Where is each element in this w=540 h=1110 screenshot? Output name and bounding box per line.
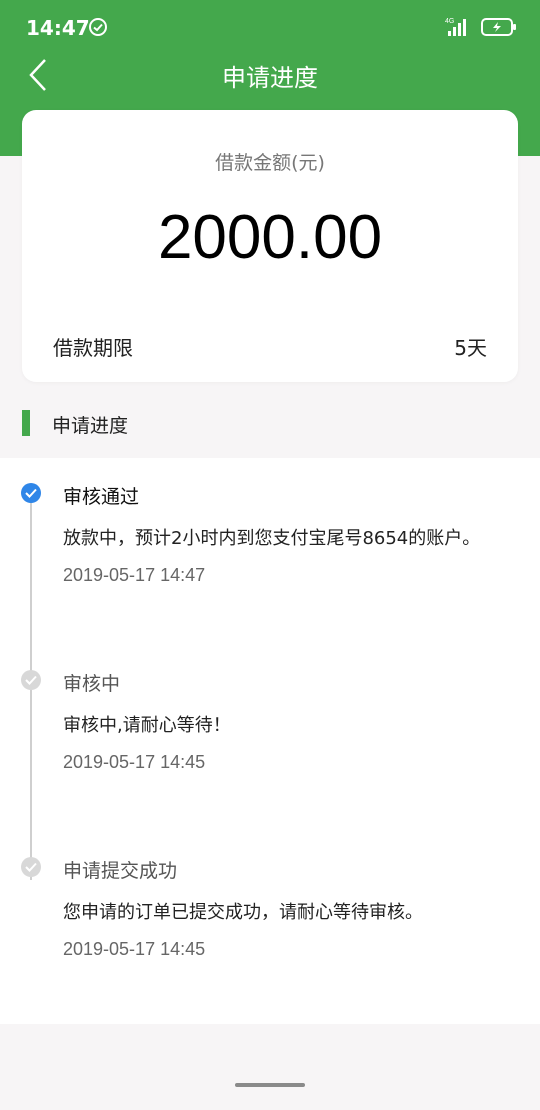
- page-title: 申请进度: [222, 64, 318, 92]
- amount-value: 2000.00: [157, 203, 383, 272]
- timeline-item-time: 2019-05-17 14:45: [63, 939, 206, 959]
- check-icon: [21, 857, 41, 877]
- network-label: 4G: [445, 18, 454, 25]
- signal-icon: 4G: [445, 16, 471, 38]
- amount-label: 借款金额(元): [215, 152, 325, 174]
- status-bar: 14:47 4G: [0, 0, 540, 56]
- section-title: 申请进度: [52, 415, 129, 437]
- check-icon: [21, 483, 41, 503]
- timeline-item-time: 2019-05-17 14:47: [63, 565, 206, 585]
- timeline-item-title: 申请提交成功: [63, 860, 178, 882]
- check-icon: [21, 670, 41, 690]
- timeline-item-title: 审核通过: [63, 486, 140, 508]
- timeline-item-desc: 放款中，预计2小时内到您支付宝尾号8654的账户。: [63, 528, 481, 549]
- loan-card: 借款金额(元) 2000.00 借款期限 5天: [22, 110, 518, 382]
- progress-timeline: 审核通过 放款中，预计2小时内到您支付宝尾号8654的账户。 2019-05-1…: [0, 458, 540, 1024]
- home-indicator[interactable]: [235, 1083, 305, 1087]
- battery-charging-icon: [481, 17, 517, 37]
- term-label: 借款期限: [53, 336, 133, 360]
- status-time: 14:47: [26, 16, 90, 40]
- timeline-item-time: 2019-05-17 14:45: [63, 752, 206, 772]
- timeline-item-desc: 您申请的订单已提交成功，请耐心等待审核。: [63, 902, 423, 923]
- timeline-item-title: 审核中: [63, 673, 121, 695]
- timeline-item-desc: 审核中,请耐心等待！: [63, 715, 231, 736]
- term-value: 5天: [454, 336, 487, 360]
- check-circle-icon: [88, 17, 108, 37]
- section-accent-bar: [22, 410, 30, 436]
